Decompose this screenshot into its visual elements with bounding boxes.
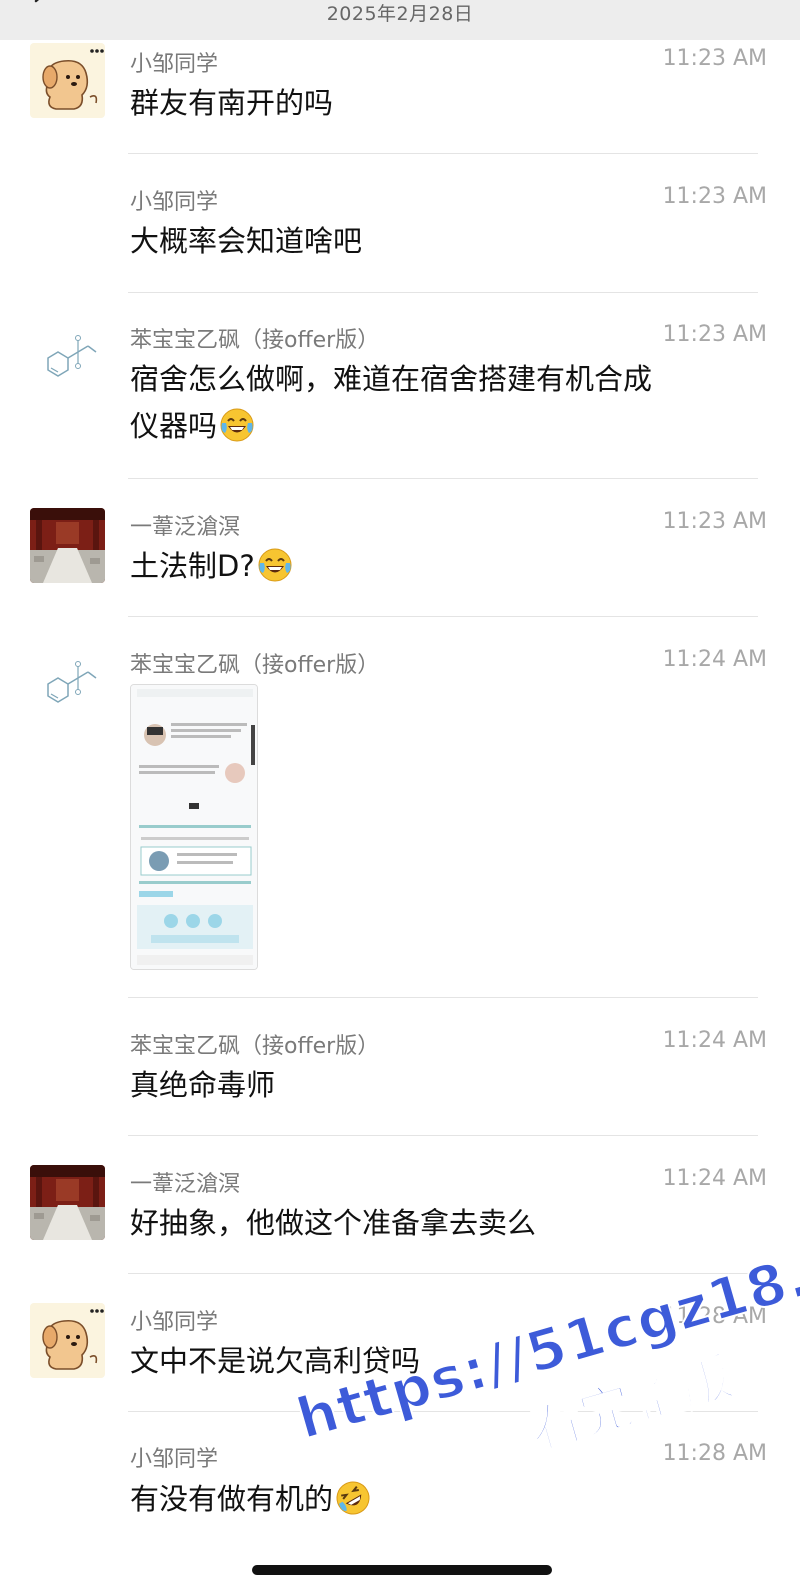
message-time: 11:23 AM (662, 184, 767, 209)
divider (128, 1135, 758, 1136)
message-text: 土法制D? (130, 543, 750, 590)
message-text-content: 有没有做有机的 (130, 1482, 334, 1516)
face-with-tears-of-joy-icon (219, 407, 255, 443)
message-text: 大概率会知道啥吧 (130, 224, 363, 258)
top-bar: 2025年2月28日 (0, 0, 800, 40)
message-time: 11:23 AM (662, 46, 767, 71)
message-time: 11:24 AM (662, 1028, 767, 1053)
message-text: 宿舍怎么做啊，难道在宿舍搭建有机合成 仪器吗 (130, 356, 750, 450)
palace-hall-photo (30, 1165, 105, 1240)
sender-name[interactable]: 苯宝宝乙砜（接offer版） (130, 322, 379, 354)
avatar[interactable] (30, 43, 105, 118)
divider (128, 478, 758, 479)
sender-name[interactable]: 小邹同学 (130, 46, 218, 78)
message-text-line: 宿舍怎么做啊，难道在宿舍搭建有机合成 (130, 362, 653, 396)
message-text: 群友有南开的吗 (130, 86, 334, 120)
sender-name[interactable]: 一葦泛滄溟 (130, 1166, 240, 1198)
divider (128, 153, 758, 154)
palace-hall-photo (30, 508, 105, 583)
sender-name[interactable]: 苯宝宝乙砜（接offer版） (130, 647, 379, 679)
benzene-structure-icon (30, 646, 105, 721)
sender-name[interactable]: 小邹同学 (130, 1441, 218, 1473)
shared-screenshot-thumbnail[interactable] (130, 684, 258, 970)
avatar[interactable] (30, 646, 105, 721)
sender-name[interactable]: 小邹同学 (130, 184, 218, 216)
sender-name[interactable]: 一葦泛滄溟 (130, 509, 240, 541)
avatar[interactable] (30, 508, 105, 583)
message-time: 11:23 AM (662, 322, 767, 347)
cartoon-dog-icon (30, 1303, 105, 1378)
sender-name[interactable]: 小邹同学 (130, 1304, 218, 1336)
divider (128, 997, 758, 998)
avatar[interactable] (30, 1165, 105, 1240)
message-text-content: 土法制D? (130, 549, 255, 583)
date-separator: 2025年2月28日 (326, 3, 474, 25)
avatar[interactable] (30, 1303, 105, 1378)
message-time: 11:24 AM (662, 1166, 767, 1191)
divider (128, 292, 758, 293)
message-text: 真绝命毒师 (130, 1068, 276, 1102)
cartoon-dog-icon (30, 43, 105, 118)
message-time: 11:24 AM (662, 647, 767, 672)
home-indicator[interactable] (252, 1565, 552, 1575)
face-with-tears-of-joy-icon (257, 547, 293, 583)
message-time: 11:23 AM (662, 509, 767, 534)
screenshot-preview-image (131, 685, 257, 969)
avatar[interactable] (30, 320, 105, 395)
message-text-line: 仪器吗 (130, 409, 218, 443)
sender-name[interactable]: 苯宝宝乙砜（接offer版） (130, 1028, 379, 1060)
benzene-structure-icon (30, 320, 105, 395)
divider (128, 1273, 758, 1274)
message-text: 好抽象，他做这个准备拿去卖么 (130, 1206, 537, 1240)
divider (128, 616, 758, 617)
